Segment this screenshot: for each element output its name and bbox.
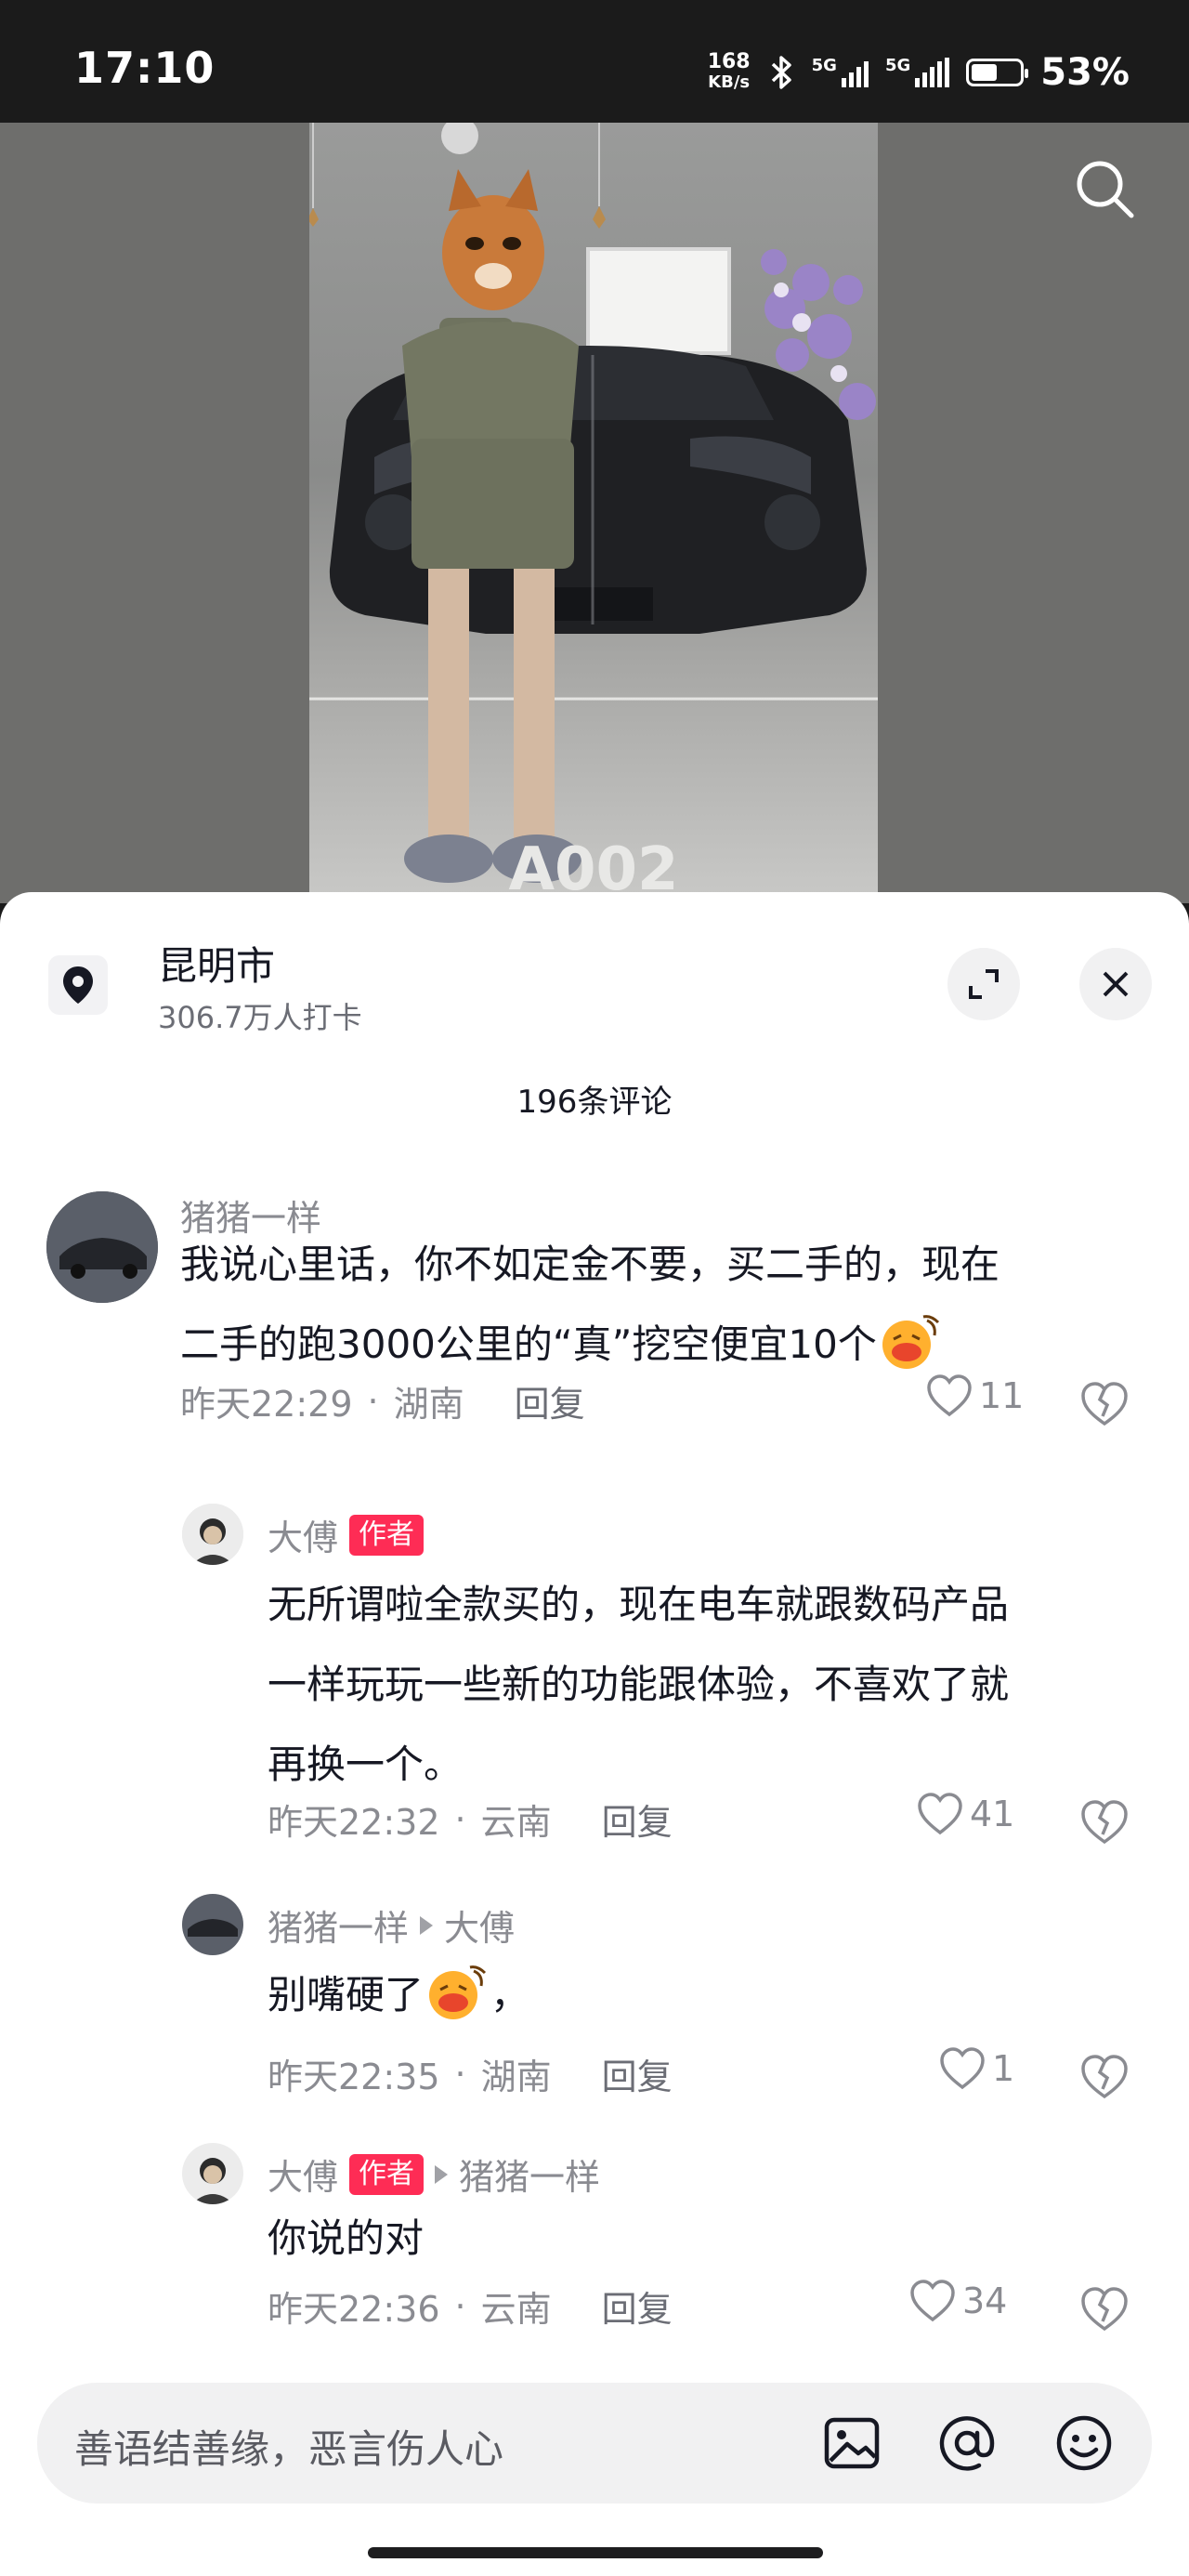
like-count: 11 [979,1375,1025,1416]
like-button[interactable]: 41 [916,1792,1014,1836]
comment-count: 196条评论 [516,1084,673,1121]
emoji-sticker-icon [882,1315,939,1369]
location-name: 昆明市 [158,943,276,989]
battery-percent: 53% [1040,51,1130,94]
comment-text: 我说心里话，你不如定金不要，买二手的，现在 二手的跑3000公里的“真”挖空便宜… [180,1225,1146,1385]
reply-button[interactable]: 回复 [602,2280,673,2332]
comment-text: 你说的对 [268,2215,425,2261]
reply-to-user[interactable]: 大傅 [444,1899,515,1951]
battery-icon [966,59,1029,86]
location-checkins: 306.7万人打卡 [158,1000,362,1035]
net-speed: 168 KB/s [707,50,751,93]
comment-meta: 昨天22:29 · 湖南 回复 [180,1375,585,1426]
video-scene: A002 [309,123,878,903]
close-button[interactable] [1079,948,1152,1020]
status-bar: 17:10 168 KB/s 5G 5G 53% [0,0,1189,123]
comment-meta: 昨天22:32 · 云南 回复 [268,1794,673,1845]
video-frame: A002 [309,123,878,903]
avatar[interactable] [182,1894,243,1955]
reply-button[interactable]: 回复 [515,1375,585,1426]
comment-text: 别嘴硬了， [268,1955,1150,2035]
image-icon[interactable] [819,2411,884,2476]
author-badge: 作者 [349,2153,425,2195]
signal-sim1-icon: 5G [812,58,869,87]
avatar[interactable] [46,1191,158,1303]
like-count: 41 [970,1794,1015,1834]
home-indicator[interactable] [368,2547,823,2558]
expand-button[interactable] [947,948,1020,1020]
dislike-icon[interactable] [1078,2050,1131,2104]
comment-username: 大傅 作者 [268,1509,425,1560]
emoji-sticker-icon [429,1965,487,2019]
dislike-icon[interactable] [1078,1795,1131,1849]
comment-meta: 昨天22:35 · 湖南 回复 [268,2048,673,2099]
signal-sim2-icon: 5G [885,58,950,87]
status-time: 17:10 [74,43,216,93]
close-icon [1103,971,1129,997]
reply-to-user[interactable]: 猪猪一样 [459,2149,600,2200]
comment-username: 大傅 作者 猪猪一样 [268,2149,600,2200]
heart-icon [918,1793,962,1835]
like-button[interactable]: 34 [908,2279,1007,2323]
emoji-icon[interactable] [1052,2411,1117,2476]
like-count: 34 [962,2280,1008,2321]
like-button[interactable]: 1 [938,2046,1014,2091]
comment-input[interactable]: 善语结善缘，恶言伤人心 [37,2383,1152,2504]
status-icons: 168 KB/s 5G 5G 53% [708,48,1130,97]
comment-sheet: 昆明市 306.7万人打卡 196条评论 猪猪一样 我说心里话，你不如定金不要，… [0,892,1189,2576]
reply-button[interactable]: 回复 [602,2048,673,2099]
reply-button[interactable]: 回复 [602,1794,673,1845]
at-icon[interactable] [934,2411,1000,2476]
reply-to-arrow-icon [435,2164,449,2184]
author-badge: 作者 [349,1514,425,1556]
search-icon[interactable] [1068,152,1143,227]
heart-icon [940,2047,985,2090]
dislike-icon[interactable] [1078,2282,1131,2336]
avatar[interactable] [182,2143,243,2204]
comment-input-placeholder: 善语结善缘，恶言伤人心 [74,2426,504,2472]
location-pin-icon [48,955,108,1015]
bluetooth-icon [771,56,791,89]
like-count: 1 [992,2048,1015,2089]
heart-icon [910,2280,955,2322]
comment-text: 无所谓啦全款买的，现在电车就跟数码产品 一样玩玩一些新的功能跟体验，不喜欢了就 … [268,1582,1010,1787]
reply-to-arrow-icon [420,1915,434,1935]
avatar[interactable] [182,1504,243,1565]
like-button[interactable]: 11 [925,1373,1024,1418]
expand-icon [969,969,999,999]
comment-meta: 昨天22:36 · 云南 回复 [268,2280,673,2332]
dislike-icon[interactable] [1078,1377,1131,1431]
video-player[interactable]: A002 [0,123,1189,903]
heart-icon [927,1374,972,1417]
comment-username: 猪猪一样 大傅 [268,1899,515,1951]
